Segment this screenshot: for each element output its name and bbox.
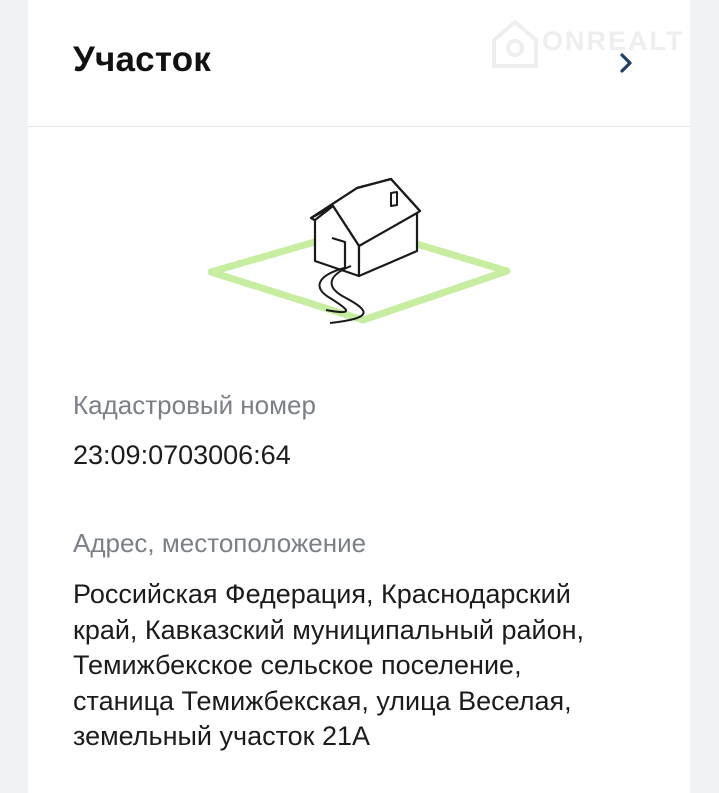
address-line: край, Кавказский муниципальный район, xyxy=(73,614,584,645)
address-line: Темижбекское сельское поселение, xyxy=(73,650,522,680)
chevron-right-icon[interactable] xyxy=(613,50,639,76)
logo-house-icon xyxy=(492,19,538,68)
onrealt-logo: ONREALT xyxy=(490,18,690,70)
cadastral-number-value: 23:09:0703006:64 xyxy=(73,440,291,470)
address-line: станица Темижбекская, улица Веселая, xyxy=(73,685,572,716)
address-value: Российская Федерация, Краснодарский край… xyxy=(73,577,663,755)
address-line: Российская Федерация, Краснодарский xyxy=(73,579,571,609)
card-header[interactable]: Участок ONREALT xyxy=(28,0,690,127)
house-on-plot-illustration xyxy=(208,177,511,324)
cadastral-number-label: Кадастровый номер xyxy=(73,390,316,420)
card-title: Участок xyxy=(73,40,211,79)
address-line: земельный участок 21А xyxy=(73,721,371,751)
address-label: Адрес, местоположение xyxy=(73,528,367,558)
plot-card: Участок ONREALT Кадастровый номер 23:09:… xyxy=(28,0,690,793)
